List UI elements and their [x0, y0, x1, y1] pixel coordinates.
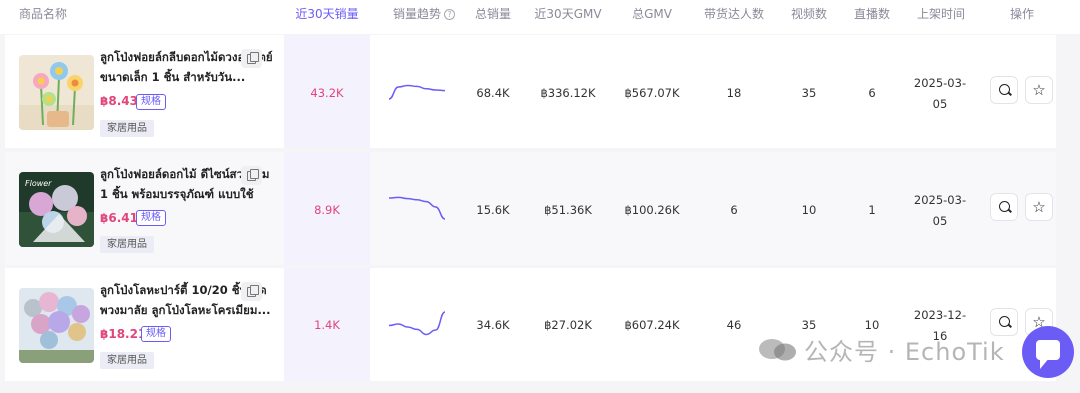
livestreams-value: 6 [868, 86, 876, 100]
videos-value: 10 [801, 203, 817, 217]
total-gmv-value: ฿100.26K [624, 203, 680, 217]
sales-30d-value: 8.9K [314, 203, 340, 217]
product-price: ฿18.21 [100, 327, 147, 341]
total-sales-value: 68.4K [476, 86, 510, 100]
copy-icon[interactable] [241, 166, 262, 185]
category-tag: 家居用品 [100, 352, 154, 369]
copy-icon[interactable] [241, 49, 262, 68]
sales-30d-value: 43.2K [310, 86, 344, 100]
sales-trend-sparkline [388, 311, 446, 336]
copy-icon[interactable] [241, 282, 262, 301]
header-sales-trend-label: 销量趋势 [392, 7, 441, 21]
header-livestreams[interactable]: 直播数 [850, 0, 894, 34]
product-price: ฿8.43 [100, 94, 138, 108]
header-gmv-30d[interactable]: 近30天GMV [533, 0, 603, 34]
spec-button[interactable]: 规格 [136, 94, 166, 110]
header-total-sales[interactable]: 总销量 [463, 0, 523, 34]
favorite-button[interactable]: ☆ [1025, 193, 1053, 221]
influencers-value: 46 [726, 318, 742, 332]
gmv-30d-value: ฿336.12K [540, 86, 596, 100]
header-sales-trend[interactable]: 销量趋势? [384, 0, 464, 34]
product-image[interactable]: Flower [19, 172, 94, 247]
product-table-page: 商品名称 近30天销量 销量趋势? 总销量 近30天GMV 总GMV 带货达人数… [0, 0, 1080, 393]
total-sales-value: 15.6K [476, 203, 510, 217]
header-videos[interactable]: 视频数 [786, 0, 832, 34]
table-row[interactable]: Flower ลูกโป่งฟอยล์ดอกไม้ ดีไซน์สวยงาม 1… [5, 152, 1056, 265]
search-icon[interactable] [990, 193, 1018, 221]
sparkline-line [388, 84, 446, 100]
total-gmv-value: ฿607.24K [624, 318, 680, 332]
livestreams-value: 1 [868, 203, 876, 217]
sales-30d-value: 1.4K [314, 318, 340, 332]
table-header: 商品名称 近30天销量 销量趋势? 总销量 近30天GMV 总GMV 带货达人数… [0, 0, 1080, 34]
table-row[interactable]: ลูกโป่งฟอยล์กลีบดอกไม้ดวงอาทิตย์ขนาดเล็ก… [5, 35, 1056, 148]
search-icon[interactable] [990, 76, 1018, 104]
videos-value: 35 [801, 86, 817, 100]
header-total-gmv[interactable]: 总GMV [622, 0, 682, 34]
spec-button[interactable]: 规格 [136, 210, 166, 226]
star-icon: ☆ [1032, 81, 1046, 99]
star-icon: ☆ [1032, 198, 1046, 216]
total-gmv-value: ฿567.07K [624, 86, 680, 100]
sales-trend-sparkline [388, 84, 446, 100]
total-sales-value: 34.6K [476, 318, 510, 332]
header-influencers[interactable]: 带货达人数 [700, 0, 768, 34]
gmv-30d-value: ฿27.02K [544, 318, 592, 332]
sparkline-line [388, 311, 446, 336]
wechat-logo-icon [758, 337, 798, 363]
product-image[interactable] [19, 288, 94, 363]
videos-value: 35 [801, 318, 817, 332]
category-tag: 家居用品 [100, 236, 154, 253]
category-tag: 家居用品 [100, 120, 154, 137]
product-price: ฿6.41 [100, 211, 138, 225]
influencers-value: 6 [730, 203, 738, 217]
listed-date: 2025-03-05 [913, 193, 967, 228]
sparkline-line [388, 196, 446, 220]
svg-text:Flower: Flower [25, 179, 52, 188]
chat-button[interactable] [1022, 326, 1074, 378]
listed-date: 2025-03-05 [913, 76, 967, 111]
header-sales-30d[interactable]: 近30天销量 [284, 0, 370, 34]
help-icon[interactable]: ? [444, 9, 455, 20]
watermark: 公众号 · EchoTik [758, 332, 1005, 368]
header-listed-time[interactable]: 上架时间 [912, 0, 970, 34]
sales-trend-sparkline [388, 196, 446, 220]
header-actions: 操作 [1009, 7, 1034, 21]
influencers-value: 18 [726, 86, 742, 100]
livestreams-value: 10 [864, 318, 880, 332]
favorite-button[interactable]: ☆ [1025, 76, 1053, 104]
watermark-text: 公众号 · EchoTik [804, 338, 1005, 366]
gmv-30d-value: ฿51.36K [544, 203, 592, 217]
product-image[interactable] [19, 55, 94, 130]
spec-button[interactable]: 规格 [141, 326, 171, 342]
header-product-name[interactable]: 商品名称 [19, 0, 67, 34]
